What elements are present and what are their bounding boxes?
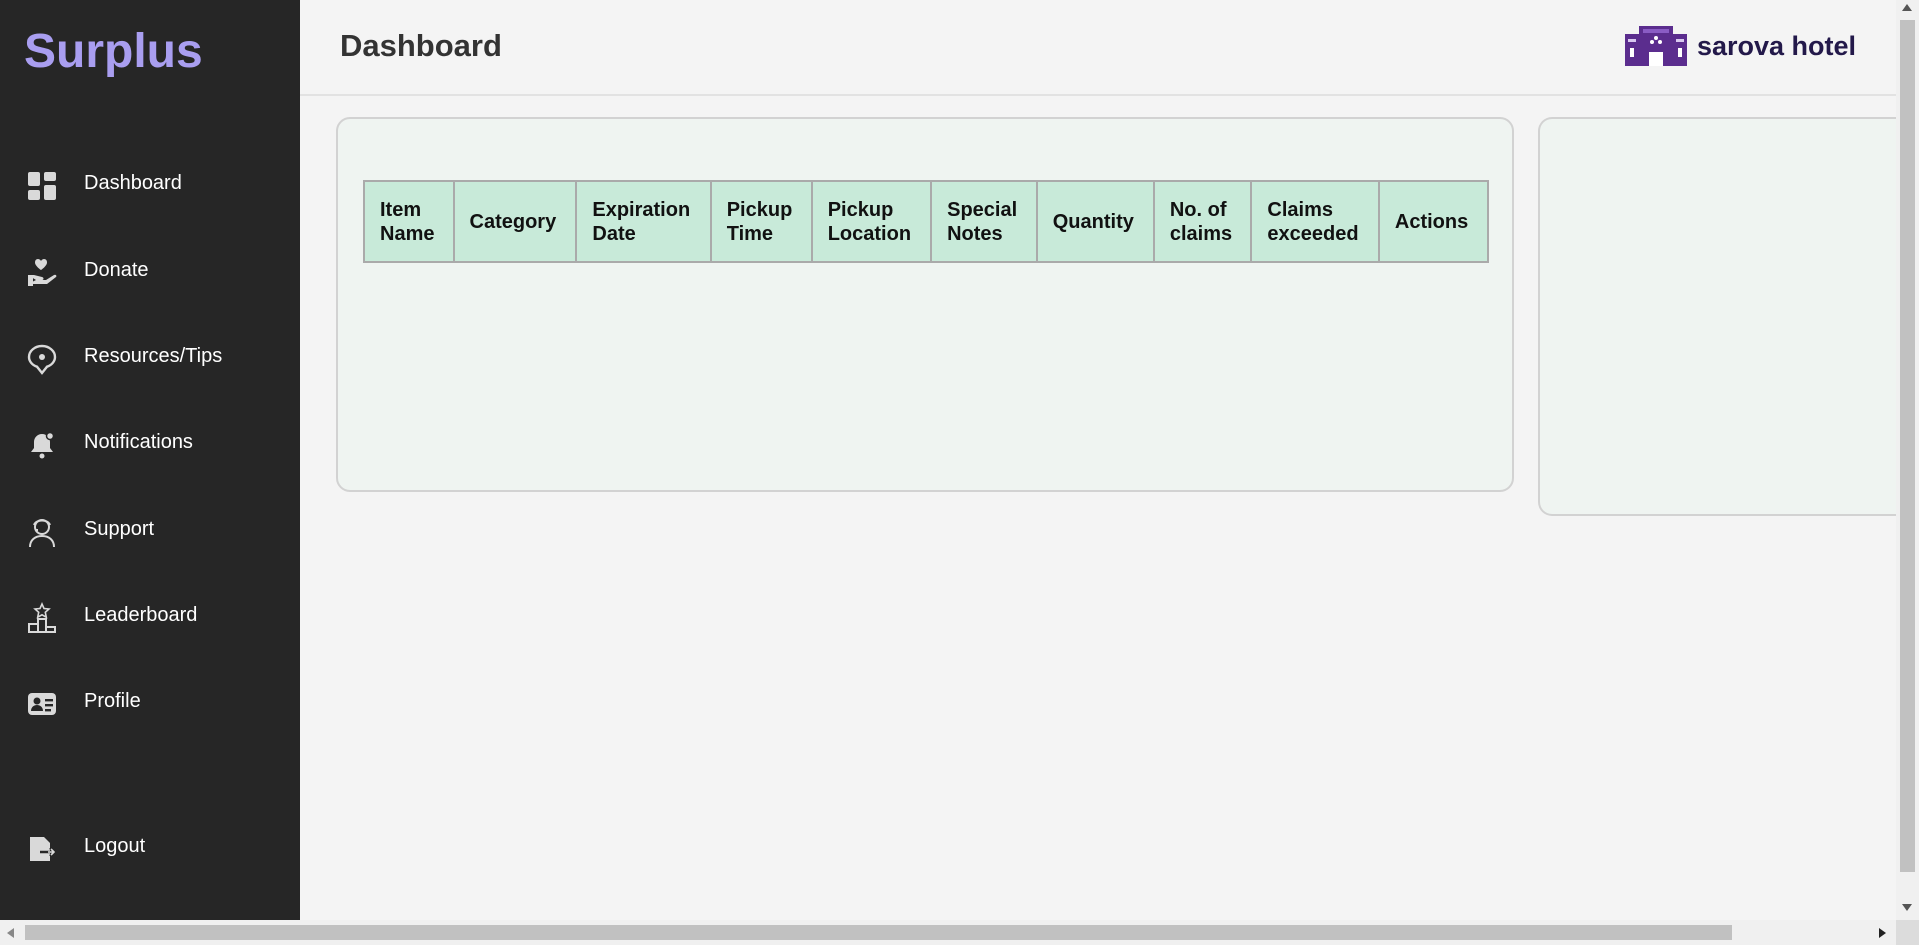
donations-card: Item Name Category Expiration Date Pickup Time… [336, 117, 1514, 492]
hotel-brand[interactable]: sarova hotel [1624, 26, 1856, 66]
chat-bubble-icon [27, 344, 57, 375]
logout-button[interactable]: Logout [0, 819, 300, 875]
column-header-text: exceeded [1267, 222, 1359, 245]
page-title: Dashboard [340, 28, 502, 63]
column-header: Quantity [1035, 180, 1155, 263]
support-agent-icon [29, 519, 55, 548]
column-header-text: No. of [1169, 198, 1227, 221]
sidebar-item-label: Leaderboard [84, 604, 198, 626]
hotel-name: sarova hotel [1696, 30, 1856, 61]
column-header-text: Pickup [827, 198, 894, 221]
podium-icon [28, 602, 56, 633]
scroll-down-arrow-icon[interactable] [1902, 904, 1912, 911]
column-header-text: Name [380, 222, 435, 245]
horizontal-scroll-thumb[interactable] [25, 925, 1732, 940]
sidebar-item-resources[interactable]: Resources/Tips [0, 329, 300, 385]
logout-icon [30, 837, 56, 861]
vertical-scrollbar[interactable] [1896, 0, 1919, 920]
scrollbar-corner [1896, 920, 1919, 945]
hotel-building-icon [1624, 26, 1687, 66]
sidebar-item-label: Resources/Tips [84, 345, 223, 367]
sidebar-item-notifications[interactable]: Notifications [0, 415, 300, 471]
sidebar-item-leaderboard[interactable]: Leaderboard [0, 588, 300, 644]
scroll-left-arrow-icon[interactable] [7, 928, 14, 938]
donations-table: Item Name Category Expiration Date Pickup Time… [363, 180, 1490, 263]
column-header-text: Time [726, 222, 774, 245]
column-header: Item Name [363, 180, 455, 263]
column-header: Claims exceeded [1250, 180, 1380, 263]
logout-label: Logout [84, 835, 146, 857]
column-header-text: Claims [1267, 198, 1333, 221]
column-header-text: Pickup [726, 198, 793, 221]
column-header: Actions [1377, 180, 1490, 263]
column-header-text: Actions [1394, 210, 1469, 233]
dashboard-icon [28, 172, 56, 200]
column-header-text: Special [947, 198, 1018, 221]
app-logo[interactable]: Surplus [24, 24, 203, 79]
sidebar-item-label: Profile [84, 690, 141, 712]
horizontal-scrollbar[interactable] [0, 920, 1896, 945]
column-header-text: Expiration [592, 198, 691, 221]
id-card-icon [28, 693, 56, 715]
sidebar-item-dashboard[interactable]: Dashboard [0, 156, 300, 212]
column-header: Expiration Date [575, 180, 712, 263]
sidebar-item-label: Support [84, 518, 155, 540]
sidebar-item-profile[interactable]: Profile [0, 674, 300, 730]
column-header: Pickup Time [709, 180, 813, 263]
column-header-text: Location [827, 222, 912, 245]
column-header: No. of claims [1152, 180, 1253, 263]
column-header-text: claims [1169, 222, 1233, 245]
column-header: Special Notes [930, 180, 1038, 263]
sidebar-item-label: Notifications [84, 431, 193, 453]
column-header-text: Quantity [1052, 210, 1134, 233]
scroll-right-arrow-icon[interactable] [1879, 928, 1886, 938]
column-header-text: Category [469, 210, 557, 233]
vertical-scroll-thumb[interactable] [1900, 20, 1915, 872]
table-header-row: Item Name Category Expiration Date Pickup Time… [363, 180, 1490, 263]
bell-icon [31, 431, 55, 459]
column-header: Pickup Location [810, 180, 933, 263]
sidebar-item-label: Donate [84, 259, 149, 281]
column-header-text: Item [380, 198, 422, 221]
sidebar-item-label: Dashboard [84, 172, 182, 194]
scroll-up-arrow-icon[interactable] [1902, 4, 1912, 11]
donate-hand-heart-icon [28, 259, 57, 286]
sidebar-item-donate[interactable]: Donate [0, 243, 300, 299]
sidebar: Surplus Dashboard Donate Resources/Tips [0, 0, 300, 920]
side-panel-card [1538, 117, 1918, 516]
column-header-text: Date [592, 222, 636, 245]
sidebar-item-support[interactable]: Support [0, 502, 300, 558]
top-bar: Dashboard sarova hotel [300, 0, 1896, 96]
column-header: Category [452, 180, 578, 263]
column-header-text: Notes [947, 222, 1003, 245]
